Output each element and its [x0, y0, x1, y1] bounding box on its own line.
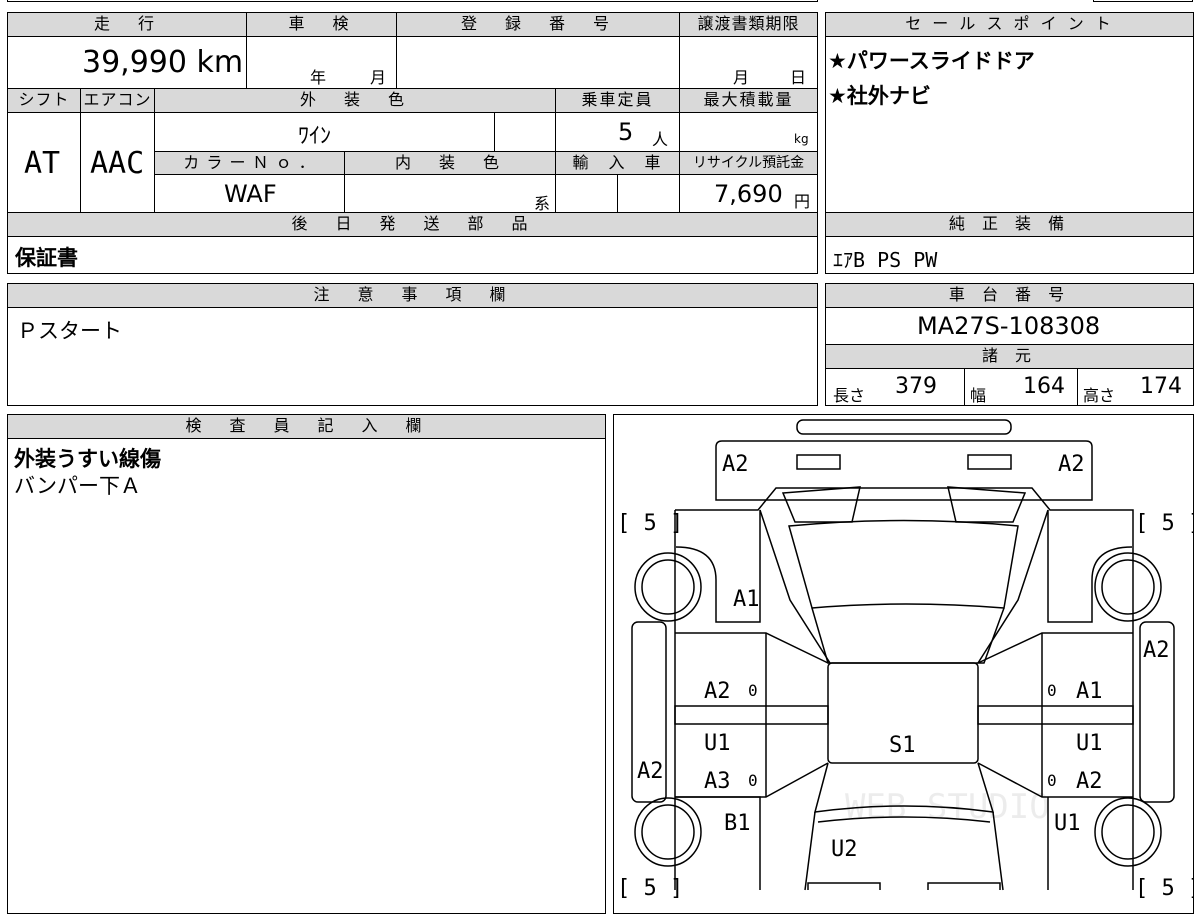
diag-right-rear-door: A2: [1076, 769, 1103, 794]
diag-left-rear-door-zero: 0: [748, 771, 758, 790]
capacity-value: 5: [618, 118, 634, 146]
diag-tire-rr: [ 5 ]: [1135, 876, 1194, 900]
diag-right-front-door-zero: 0: [1047, 681, 1057, 700]
inspector-title: 検 査 員 記 入 欄: [8, 415, 605, 439]
sales-point-item: ★パワースライドドア: [828, 49, 1035, 73]
header-aircon: エアコン: [81, 89, 154, 113]
length-value: 379: [895, 374, 937, 399]
exterior-color-value: ﾜｲﾝ: [298, 124, 332, 149]
diag-tire-fl: [ 5 ]: [617, 511, 683, 536]
standard-equipment-value: ｴｱB PS PW: [833, 248, 938, 272]
color-no-value: WAF: [224, 180, 277, 208]
header-transfer-deadline: 譲渡書類期限: [680, 13, 817, 37]
header-import: 輸 入 車: [556, 152, 679, 175]
tire-rear-left: [634, 797, 702, 867]
watermark: WEB STUDIO: [845, 787, 1050, 827]
diag-rear-gate: U2: [831, 837, 858, 862]
capacity-unit: 人: [652, 130, 669, 149]
diag-tire-rl: [ 5 ]: [617, 876, 683, 900]
header-color-no: カ ラ ー Ｎ ｏ ．: [155, 151, 344, 175]
diag-right-rocker: U1: [1076, 731, 1103, 756]
transfer-month-unit: 月: [733, 68, 750, 87]
header-inspection: 車 検: [247, 13, 396, 37]
recycle-fee-value: 7,690: [714, 180, 783, 208]
standard-equipment-title: 純 正 装 備: [826, 213, 1193, 237]
mileage-value: 39,990 km: [82, 45, 244, 80]
diag-right-rear-door-zero: 0: [1047, 771, 1057, 790]
tire-rear-right: [1094, 797, 1162, 867]
sales-point-title: セ ー ル ス ポ イ ン ト: [826, 13, 1193, 37]
width-value: 164: [1023, 374, 1065, 399]
diag-front-right: A2: [1058, 452, 1085, 477]
diag-right-rear-fender: U1: [1054, 811, 1081, 836]
diag-left-rear-fender: B1: [724, 811, 751, 836]
diag-tire-fr: [ 5 ]: [1135, 511, 1194, 536]
sales-point-item: ★社外ナビ: [828, 84, 931, 108]
height-value: 174: [1140, 374, 1182, 399]
header-registration: 登 録 番 号: [397, 13, 679, 37]
inspection-year-unit: 年: [310, 68, 327, 87]
shift-value: AT: [24, 146, 61, 181]
top-cutoff-row: [7, 0, 818, 2]
diag-left-rear-door: A3: [704, 769, 731, 794]
header-mileage: 走 行: [8, 13, 246, 37]
inspector-line: バンパー下Ａ: [14, 474, 142, 498]
notes-title: 注 意 事 項 欄: [8, 284, 817, 308]
tire-front-right: [1094, 552, 1162, 622]
diag-right-front-door: A1: [1076, 679, 1103, 704]
aircon-value: AAC: [90, 146, 145, 181]
header-shift: シフト: [8, 89, 80, 113]
interior-color-suffix: 系: [534, 194, 551, 213]
diag-left-front-door-zero: 0: [748, 681, 758, 700]
header-capacity: 乗車定員: [556, 89, 679, 113]
inspection-month-unit: 月: [370, 68, 387, 87]
diag-right-rear-panel: A2: [1143, 638, 1170, 663]
later-parts-value: 保証書: [15, 246, 78, 270]
diag-front-left: A2: [722, 452, 749, 477]
top-cutoff-row-right: [1093, 0, 1193, 2]
recycle-fee-unit: 円: [794, 192, 811, 211]
header-exterior-color: 外 装 色: [155, 89, 555, 113]
transfer-day-unit: 日: [790, 68, 807, 87]
diag-left-rocker: U1: [704, 731, 731, 756]
car-damage-diagram: WEB STUDIO A2 A2 [ 5 ] [ 5 ] A1 A2 A2 0 …: [617, 419, 1194, 900]
diag-hood: A1: [733, 587, 760, 612]
height-label: 高さ: [1083, 386, 1116, 405]
tire-front-left: [634, 552, 702, 622]
inspector-line: 外装うすい線傷: [14, 447, 161, 471]
header-max-load: 最大積載量: [680, 89, 817, 113]
diag-left-front-door: A2: [704, 679, 731, 704]
diag-left-rear-panel: A2: [637, 759, 664, 784]
chassis-number: MA27S-108308: [917, 312, 1101, 340]
max-load-unit: kg: [794, 132, 809, 146]
diag-roof: S1: [889, 733, 916, 758]
width-label: 幅: [970, 386, 987, 405]
chassis-title: 車 台 番 号: [826, 284, 1193, 308]
spec-title: 諸 元: [826, 345, 1193, 369]
header-later-parts: 後 日 発 送 部 品: [8, 213, 817, 237]
notes-value: Ｐスタート: [17, 319, 122, 343]
length-label: 長さ: [833, 386, 866, 405]
header-recycle-fee: リサイクル預託金: [680, 152, 817, 175]
header-interior-color: 内 装 色: [345, 151, 555, 175]
